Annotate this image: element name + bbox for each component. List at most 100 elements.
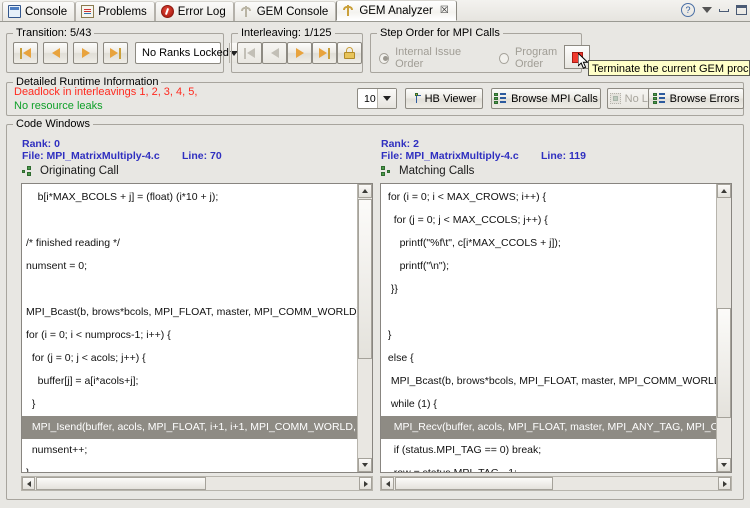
scroll-up-button[interactable] <box>358 184 372 198</box>
close-icon[interactable]: ☒ <box>440 5 449 16</box>
previous-interleaving-button[interactable] <box>262 42 287 64</box>
right-horizontal-scroll-thumb[interactable] <box>395 477 553 490</box>
originating-call-code-pane[interactable]: b[i*MAX_BCOLS + j] = (float) (i*10 + j);… <box>21 183 373 473</box>
step-order-group: Step Order for MPI Calls Internal Issue … <box>370 27 582 73</box>
right-rank-label: Rank: 2 <box>381 138 419 150</box>
code-line[interactable]: MPI_Bcast(b, brows*bcols, MPI_FLOAT, mas… <box>381 370 716 393</box>
code-line[interactable]: else { <box>381 347 716 370</box>
scroll-right-button[interactable] <box>718 477 731 490</box>
last-transition-button[interactable] <box>103 42 128 64</box>
previous-arrow-icon <box>270 48 279 58</box>
code-line-highlighted[interactable]: MPI_Recv(buffer, acols, MPI_FLOAT, maste… <box>381 416 716 439</box>
originating-call-code-text: b[i*MAX_BCOLS + j] = (float) (i*10 + j);… <box>22 184 357 472</box>
code-line[interactable]: } <box>22 462 357 472</box>
ranks-locked-combo[interactable]: No Ranks Locked <box>135 42 238 64</box>
browse-errors-button[interactable]: Browse Errors <box>648 88 744 109</box>
console-icon <box>8 5 21 18</box>
view-tab-bar: Console Problems Error Log GEM Console G… <box>0 0 750 22</box>
left-horizontal-scroll-thumb[interactable] <box>36 477 206 490</box>
transition-title: Transition: 5/43 <box>13 27 95 39</box>
code-line[interactable]: for (j = 0; j < acols; j++) { <box>22 347 357 370</box>
first-transition-button[interactable] <box>13 42 38 64</box>
code-line[interactable]: row = status.MPI_TAG - 1; <box>381 462 716 472</box>
left-file-label: File: MPI_MatrixMultiply-4.c <box>22 150 160 162</box>
radio-icon <box>498 52 509 64</box>
tab-error-log[interactable]: Error Log <box>154 1 234 21</box>
matching-calls-code-pane[interactable]: for (i = 0; i < MAX_CROWS; i++) { for (j… <box>380 183 732 473</box>
scroll-up-button[interactable] <box>717 184 731 198</box>
right-vertical-scrollbar[interactable] <box>716 184 731 472</box>
next-arrow-icon <box>295 48 304 58</box>
interleaving-group: Interleaving: 1/125 <box>231 27 363 73</box>
code-line[interactable]: numsent++; <box>22 439 357 462</box>
originating-call-label: Originating Call <box>40 165 119 177</box>
code-line[interactable]: printf("\n"); <box>381 255 716 278</box>
browse-mpi-calls-button[interactable]: Browse MPI Calls <box>491 88 601 109</box>
radio-internal-issue-order[interactable]: Internal Issue Order <box>379 46 483 70</box>
terminate-button[interactable] <box>564 45 590 69</box>
code-line[interactable]: for (j = 0; j < MAX_CCOLS; j++) { <box>381 209 716 232</box>
browse-icon <box>494 93 507 104</box>
tab-gem-console-label: GEM Console <box>256 5 329 18</box>
left-vertical-scrollbar[interactable] <box>357 184 372 472</box>
tab-problems-label: Problems <box>98 5 147 18</box>
help-icon[interactable]: ? <box>681 3 695 17</box>
next-interleaving-button[interactable] <box>287 42 312 64</box>
browse-icon <box>652 93 666 104</box>
scroll-left-button[interactable] <box>22 477 35 490</box>
code-line[interactable]: b[i*MAX_BCOLS + j] = (float) (i*10 + j); <box>22 186 357 209</box>
code-line[interactable]: for (i = 0; i < numprocs-1; i++) { <box>22 324 357 347</box>
first-interleaving-button[interactable] <box>237 42 262 64</box>
last-arrow-icon <box>319 48 327 58</box>
browse-mpi-calls-label: Browse MPI Calls <box>511 92 598 105</box>
left-line-label: Line: 70 <box>182 150 222 162</box>
code-line[interactable] <box>22 209 357 232</box>
code-line[interactable]: for (i = 0; i < MAX_CROWS; i++) { <box>381 186 716 209</box>
gem-analyzer-view: Console Problems Error Log GEM Console G… <box>0 0 750 508</box>
maximize-icon[interactable] <box>736 5 747 15</box>
scroll-left-button[interactable] <box>381 477 394 490</box>
code-line[interactable]: if (status.MPI_TAG == 0) break; <box>381 439 716 462</box>
minimize-icon[interactable] <box>719 8 729 12</box>
code-line[interactable]: MPI_Bcast(b, brows*bcols, MPI_FLOAT, mas… <box>22 301 357 324</box>
code-line[interactable]: buffer[j] = a[i*acols+j]; <box>22 370 357 393</box>
left-horizontal-scrollbar[interactable] <box>21 476 373 491</box>
interleaving-title: Interleaving: 1/125 <box>238 27 335 39</box>
code-line[interactable]: } <box>381 324 716 347</box>
tab-problems[interactable]: Problems <box>75 1 155 21</box>
code-line[interactable] <box>381 301 716 324</box>
code-line[interactable] <box>22 278 357 301</box>
code-line[interactable]: }} <box>381 278 716 301</box>
right-horizontal-scrollbar[interactable] <box>380 476 732 491</box>
deadlock-status-text: Deadlock in interleavings 1, 2, 3, 4, 5, <box>14 86 198 98</box>
code-line-highlighted[interactable]: MPI_Isend(buffer, acols, MPI_FLOAT, i+1,… <box>22 416 357 439</box>
last-interleaving-button[interactable] <box>312 42 337 64</box>
originating-call-icon <box>22 165 35 177</box>
tab-console-label: Console <box>25 5 68 18</box>
next-arrow-icon <box>81 48 90 58</box>
code-line[interactable]: /* finished reading */ <box>22 232 357 255</box>
interleaving-count-combo[interactable]: 10 <box>357 88 397 109</box>
code-line[interactable]: numsent = 0; <box>22 255 357 278</box>
tab-gem-console[interactable]: GEM Console <box>233 1 337 21</box>
tab-gem-analyzer[interactable]: GEM Analyzer ☒ <box>336 0 457 21</box>
lock-interleaving-button[interactable] <box>337 42 362 64</box>
scroll-down-button[interactable] <box>358 458 372 472</box>
tab-console[interactable]: Console <box>2 1 76 21</box>
right-vertical-scroll-thumb[interactable] <box>717 308 731 418</box>
hb-viewer-button[interactable]: HB Viewer <box>405 88 483 109</box>
scroll-right-button[interactable] <box>359 477 372 490</box>
next-transition-button[interactable] <box>73 42 98 64</box>
scroll-down-button[interactable] <box>717 458 731 472</box>
code-line[interactable]: printf("%f\t", c[i*MAX_CCOLS + j]); <box>381 232 716 255</box>
problems-icon <box>81 5 95 18</box>
chevron-down-icon[interactable] <box>377 89 396 108</box>
code-line[interactable]: while (1) { <box>381 393 716 416</box>
terminate-tooltip: Terminate the current GEM proces <box>588 60 750 76</box>
left-vertical-scroll-thumb[interactable] <box>358 199 372 359</box>
transition-group: Transition: 5/43 No Ranks Locked <box>6 27 238 73</box>
previous-transition-button[interactable] <box>43 42 68 64</box>
view-menu-icon[interactable] <box>702 7 712 13</box>
code-line[interactable]: } <box>22 393 357 416</box>
stop-icon <box>571 51 583 63</box>
